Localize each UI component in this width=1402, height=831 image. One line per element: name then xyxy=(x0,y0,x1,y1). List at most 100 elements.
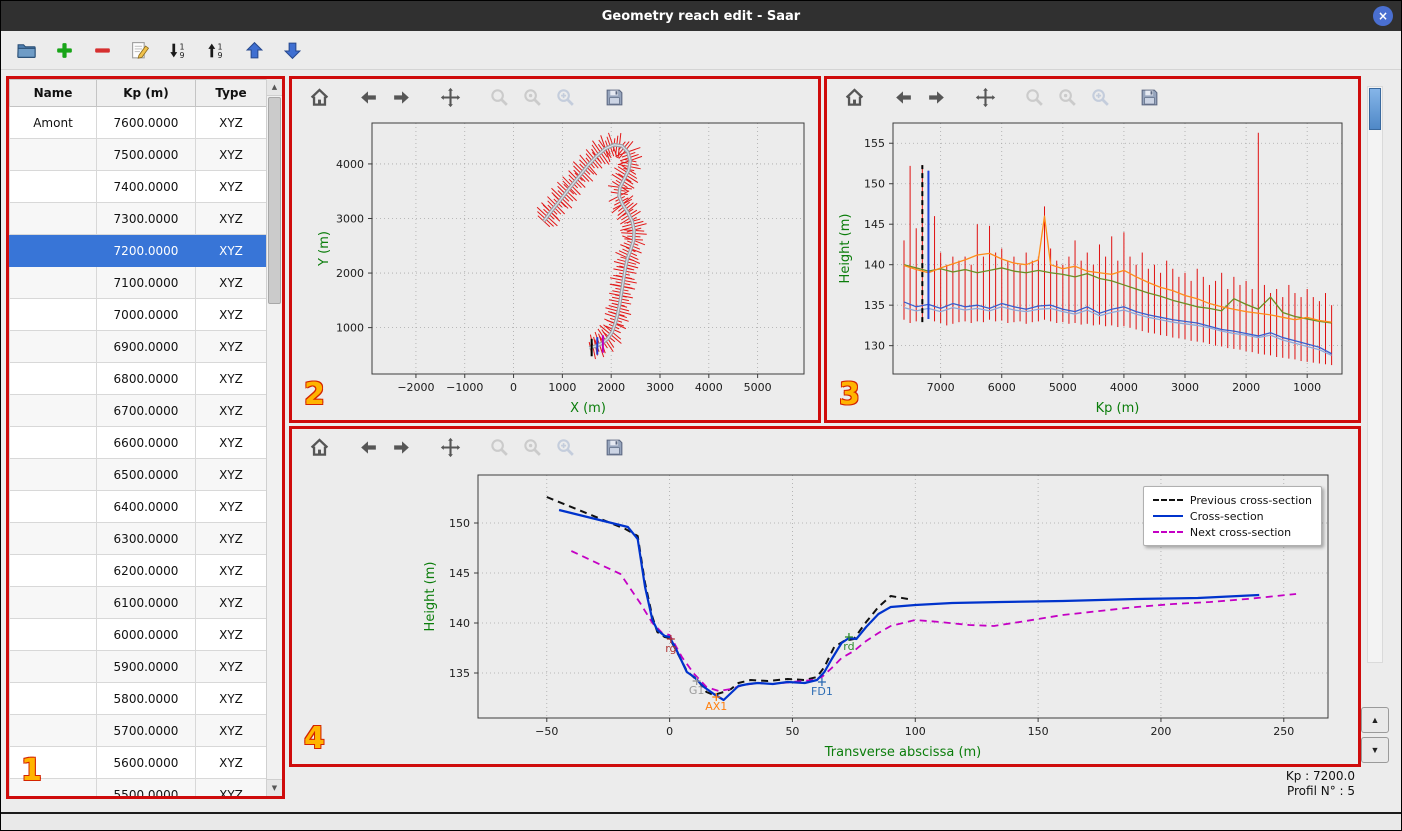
move-down-button[interactable] xyxy=(279,37,305,63)
table-cell[interactable] xyxy=(9,522,97,555)
table-row[interactable]: 6300.0000 XYZ xyxy=(9,522,267,555)
table-row[interactable]: 5700.0000 XYZ xyxy=(9,714,267,747)
sort-ascending-button[interactable]: 19 xyxy=(203,37,229,63)
right-scrollbar-thumb[interactable] xyxy=(1369,88,1381,130)
table-cell[interactable]: 6800.0000 xyxy=(96,362,196,395)
profile-down-button[interactable]: ▼ xyxy=(1361,737,1389,763)
back-button[interactable] xyxy=(355,434,381,460)
profile-up-button[interactable]: ▲ xyxy=(1361,707,1389,733)
table-cell[interactable]: 5500.0000 xyxy=(96,778,196,796)
table-cell[interactable]: 6700.0000 xyxy=(96,394,196,427)
table-row[interactable]: 6900.0000 XYZ xyxy=(9,330,267,363)
col-header-name[interactable]: Name xyxy=(9,79,97,107)
table-cell[interactable]: 6000.0000 xyxy=(96,618,196,651)
table-cell[interactable]: 7200.0000 xyxy=(96,234,196,267)
table-cell[interactable]: XYZ xyxy=(195,330,267,363)
table-row[interactable]: 6400.0000 XYZ xyxy=(9,490,267,523)
table-cell[interactable]: 7500.0000 xyxy=(96,138,196,171)
table-cell[interactable]: XYZ xyxy=(195,458,267,491)
table-row[interactable]: 6200.0000 XYZ xyxy=(9,554,267,587)
table-cell[interactable]: 7400.0000 xyxy=(96,170,196,203)
remove-cross-section-button[interactable] xyxy=(89,37,115,63)
table-row[interactable]: 6000.0000 XYZ xyxy=(9,618,267,651)
table-cell[interactable]: XYZ xyxy=(195,394,267,427)
table-cell[interactable] xyxy=(9,138,97,171)
table-cell[interactable] xyxy=(9,714,97,747)
table-cell[interactable] xyxy=(9,234,97,267)
table-row[interactable]: 6700.0000 XYZ xyxy=(9,394,267,427)
plan-plot-canvas[interactable]: −2000 −1000 0 1000 2000 3000 4000 5000 1000 2000 3… xyxy=(292,115,818,420)
table-cell[interactable]: XYZ xyxy=(195,170,267,203)
table-cell[interactable] xyxy=(9,586,97,619)
table-cell[interactable]: 6500.0000 xyxy=(96,458,196,491)
table-row[interactable]: 7300.0000 XYZ xyxy=(9,202,267,235)
table-cell[interactable]: XYZ xyxy=(195,586,267,619)
table-row[interactable]: 6100.0000 XYZ xyxy=(9,586,267,619)
table-cell[interactable]: XYZ xyxy=(195,298,267,331)
save-button[interactable] xyxy=(1136,84,1162,110)
save-button[interactable] xyxy=(601,434,627,460)
table-cell[interactable]: 6200.0000 xyxy=(96,554,196,587)
table-cell[interactable]: XYZ xyxy=(195,266,267,299)
pan-button[interactable] xyxy=(437,84,463,110)
home-button[interactable] xyxy=(306,434,332,460)
table-row[interactable]: 5500.0000 XYZ xyxy=(9,778,267,796)
save-button[interactable] xyxy=(601,84,627,110)
table-row[interactable]: 7500.0000 XYZ xyxy=(9,138,267,171)
table-cell[interactable] xyxy=(9,330,97,363)
table-cell[interactable]: XYZ xyxy=(195,650,267,683)
table-cell[interactable]: 5600.0000 xyxy=(96,746,196,779)
table-scrollbar-thumb[interactable] xyxy=(268,97,281,304)
sort-descending-button[interactable]: 19 xyxy=(165,37,191,63)
table-cell[interactable]: XYZ xyxy=(195,714,267,747)
table-cell[interactable] xyxy=(9,650,97,683)
table-cell[interactable]: XYZ xyxy=(195,490,267,523)
table-row[interactable]: 5600.0000 XYZ xyxy=(9,746,267,779)
table-cell[interactable] xyxy=(9,458,97,491)
table-row[interactable]: 6800.0000 XYZ xyxy=(9,362,267,395)
table-cell[interactable]: XYZ xyxy=(195,106,267,139)
table-cell[interactable]: XYZ xyxy=(195,138,267,171)
table-row[interactable]: 7400.0000 XYZ xyxy=(9,170,267,203)
table-cell[interactable]: 5800.0000 xyxy=(96,682,196,715)
table-cell[interactable] xyxy=(9,394,97,427)
table-row[interactable]: 7200.0000 XYZ xyxy=(9,234,267,267)
table-cell[interactable]: Amont xyxy=(9,106,97,139)
edit-cross-section-button[interactable] xyxy=(127,37,153,63)
table-row[interactable]: 6500.0000 XYZ xyxy=(9,458,267,491)
table-cell[interactable] xyxy=(9,426,97,459)
table-scroll-up-button[interactable]: ▲ xyxy=(267,79,282,96)
table-cell[interactable]: XYZ xyxy=(195,682,267,715)
pan-button[interactable] xyxy=(437,434,463,460)
table-cell[interactable]: XYZ xyxy=(195,522,267,555)
add-cross-section-button[interactable] xyxy=(51,37,77,63)
table-cell[interactable]: 6400.0000 xyxy=(96,490,196,523)
table-cell[interactable]: 7100.0000 xyxy=(96,266,196,299)
table-cell[interactable]: XYZ xyxy=(195,554,267,587)
table-row[interactable]: 7100.0000 XYZ xyxy=(9,266,267,299)
table-scroll-down-button[interactable]: ▼ xyxy=(267,779,282,796)
right-scrollbar[interactable] xyxy=(1367,86,1383,663)
table-cell[interactable]: XYZ xyxy=(195,618,267,651)
table-cell[interactable]: XYZ xyxy=(195,362,267,395)
home-button[interactable] xyxy=(841,84,867,110)
table-cell[interactable]: 6300.0000 xyxy=(96,522,196,555)
move-up-button[interactable] xyxy=(241,37,267,63)
table-cell[interactable] xyxy=(9,490,97,523)
home-button[interactable] xyxy=(306,84,332,110)
table-cell[interactable] xyxy=(9,170,97,203)
table-cell[interactable]: 7000.0000 xyxy=(96,298,196,331)
col-header-type[interactable]: Type xyxy=(195,79,267,107)
close-button[interactable]: × xyxy=(1373,6,1393,26)
table-cell[interactable] xyxy=(9,554,97,587)
forward-button[interactable] xyxy=(923,84,949,110)
back-button[interactable] xyxy=(890,84,916,110)
table-row[interactable]: 6600.0000 XYZ xyxy=(9,426,267,459)
back-button[interactable] xyxy=(355,84,381,110)
table-cell[interactable]: 7600.0000 xyxy=(96,106,196,139)
table-cell[interactable]: XYZ xyxy=(195,234,267,267)
profile-plot-canvas[interactable]: 7000 6000 5000 4000 3000 2000 1000 130 135 140 145… xyxy=(827,115,1358,420)
table-cell[interactable] xyxy=(9,682,97,715)
table-cell[interactable]: XYZ xyxy=(195,426,267,459)
pan-button[interactable] xyxy=(972,84,998,110)
